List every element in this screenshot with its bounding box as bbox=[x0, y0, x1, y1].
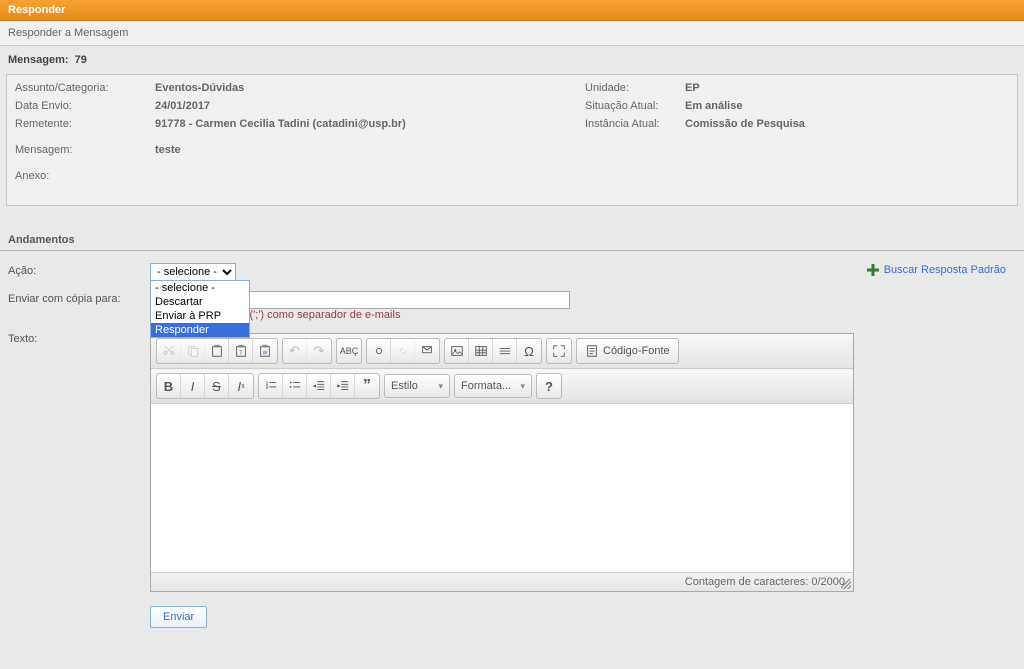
unidade-label: Unidade: bbox=[585, 82, 685, 94]
undo-button[interactable]: ↶ bbox=[283, 339, 307, 363]
acao-select[interactable]: - selecione - bbox=[150, 263, 236, 281]
editor-footer: Contagem de caracteres: 0/2000 bbox=[151, 572, 853, 591]
buscar-resposta-padrao-link[interactable]: Buscar Resposta Padrão bbox=[866, 263, 1006, 277]
mensagem-label: Mensagem: bbox=[15, 144, 155, 156]
cut-button[interactable] bbox=[157, 339, 181, 363]
subheader-text: Responder a Mensagem bbox=[8, 27, 128, 39]
assunto-label: Assunto/Categoria: bbox=[15, 82, 155, 94]
acao-option-selecione[interactable]: - selecione - bbox=[151, 281, 249, 295]
removeformat-button[interactable]: Ix bbox=[229, 374, 253, 398]
anexo-label: Anexo: bbox=[15, 170, 155, 182]
acao-label: Ação: bbox=[8, 263, 150, 277]
remetente-label: Remetente: bbox=[15, 118, 155, 130]
format-combo[interactable]: Formata...▾ bbox=[454, 374, 532, 398]
page-header: Responder bbox=[0, 0, 1024, 21]
acao-option-descartar[interactable]: Descartar bbox=[151, 295, 249, 309]
remetente-value: 91778 - Carmen Cecilia Tadini (catadini@… bbox=[155, 118, 406, 130]
acao-dropdown[interactable]: - selecione - Descartar Enviar à PRP Res… bbox=[150, 280, 250, 338]
indent-button[interactable] bbox=[331, 374, 355, 398]
situacao-value: Em análise bbox=[685, 100, 742, 112]
assunto-value: Eventos-Dúvidas bbox=[155, 82, 244, 94]
outdent-button[interactable] bbox=[307, 374, 331, 398]
plus-icon bbox=[866, 263, 880, 277]
blockquote-button[interactable]: ” bbox=[355, 374, 379, 398]
help-button[interactable]: ? bbox=[537, 374, 561, 398]
acao-option-enviar-prp[interactable]: Enviar à PRP bbox=[151, 309, 249, 323]
mensagem-value: teste bbox=[155, 144, 181, 156]
data-label: Data Envio: bbox=[15, 100, 155, 112]
numberedlist-button[interactable]: 12 bbox=[259, 374, 283, 398]
copy-button[interactable] bbox=[181, 339, 205, 363]
bulletlist-button[interactable] bbox=[283, 374, 307, 398]
acao-option-responder[interactable]: Responder bbox=[151, 323, 249, 337]
chevron-down-icon: ▾ bbox=[438, 381, 443, 392]
andamentos-section: Andamentos bbox=[0, 230, 1024, 251]
instancia-value: Comissão de Pesquisa bbox=[685, 118, 805, 130]
redo-button[interactable]: ↷ bbox=[307, 339, 331, 363]
instancia-label: Instância Atual: bbox=[585, 118, 685, 130]
editor-content-area[interactable] bbox=[151, 404, 853, 572]
situacao-label: Situação Atual: bbox=[585, 100, 685, 112]
chevron-down-icon: ▾ bbox=[520, 381, 525, 392]
svg-text:T: T bbox=[239, 351, 243, 357]
style-combo[interactable]: Estilo▾ bbox=[384, 374, 450, 398]
data-value: 24/01/2017 bbox=[155, 100, 210, 112]
message-details: Assunto/Categoria:Eventos-Dúvidas Data E… bbox=[6, 74, 1018, 206]
svg-text:2: 2 bbox=[265, 385, 268, 390]
message-section-title: Mensagem: 79 bbox=[0, 46, 1024, 74]
rich-text-editor: T W ↶ ↷ ABÇ bbox=[150, 333, 854, 592]
editor-toolbar-row2: B I S Ix 12 ” Estilo▾ Formata...▾ bbox=[151, 369, 853, 404]
resize-handle-icon[interactable] bbox=[841, 579, 851, 589]
document-icon bbox=[585, 344, 599, 358]
strike-button[interactable]: S bbox=[205, 374, 229, 398]
italic-button[interactable]: I bbox=[181, 374, 205, 398]
page-title: Responder bbox=[8, 4, 65, 16]
texto-label: Texto: bbox=[8, 331, 150, 345]
unidade-value: EP bbox=[685, 82, 700, 94]
unlink-button[interactable] bbox=[391, 339, 415, 363]
char-counter: Contagem de caracteres: 0/2000 bbox=[685, 576, 845, 588]
svg-text:W: W bbox=[263, 351, 268, 357]
enviar-button[interactable]: Enviar bbox=[150, 606, 207, 628]
page-subheader: Responder a Mensagem bbox=[0, 21, 1024, 46]
cc-label: Enviar com cópia para: bbox=[8, 291, 150, 305]
bold-button[interactable]: B bbox=[157, 374, 181, 398]
